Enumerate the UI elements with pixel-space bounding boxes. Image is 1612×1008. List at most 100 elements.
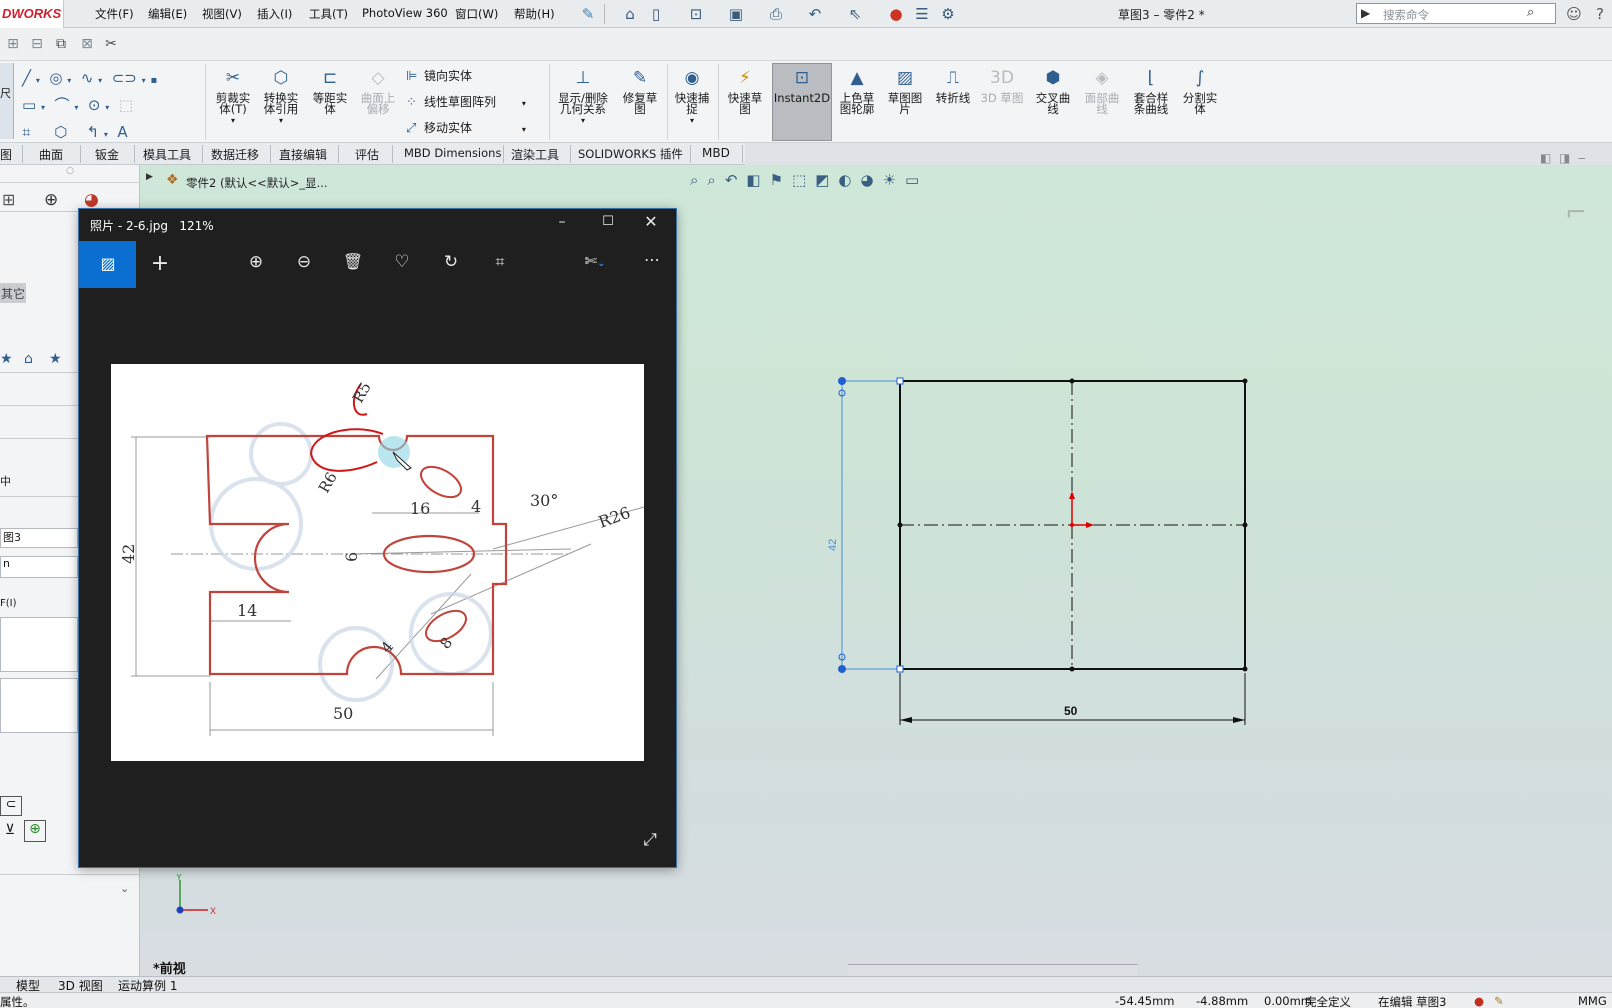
convert-entities-button[interactable]: ⬡ 转换实 体引用 ▾ <box>259 66 303 126</box>
scene-icon[interactable]: ☀ <box>883 171 905 189</box>
jog-line-button[interactable]: ⎍ 转折线 <box>930 66 976 104</box>
tab-data-migration[interactable]: 数据迁移 <box>211 146 259 163</box>
tools-small-icon[interactable]: ✂ <box>100 34 122 54</box>
3d-sketch-button[interactable]: 3D 3D 草图 <box>979 66 1025 104</box>
polygon-icon[interactable]: ⊙ <box>88 96 101 114</box>
save-icon[interactable]: ▣ <box>726 4 746 24</box>
feature-tree-breadcrumb[interactable]: 零件2 (默认<<默认>_显... <box>186 175 328 191</box>
circle-icon[interactable]: ◎ <box>49 69 62 87</box>
previous-view-icon[interactable]: ↶ <box>725 171 747 189</box>
file-properties-icon[interactable]: ☰ <box>912 4 932 24</box>
other-button[interactable]: 其它 <box>0 283 26 303</box>
plane-icon[interactable]: ⬚ <box>119 96 133 114</box>
print-icon[interactable]: ⎙ <box>766 4 786 24</box>
delete-icon[interactable]: 🗑 <box>341 252 365 271</box>
list-box-2[interactable] <box>0 678 78 733</box>
favorite-add-icon[interactable]: ★ <box>0 351 13 367</box>
restore-panel-icon[interactable]: ◧ ◨ ‒ <box>1540 151 1586 165</box>
more-options-icon[interactable]: ⋯ <box>640 250 664 269</box>
tab-sketch[interactable]: 图 <box>0 146 12 163</box>
move-entities-button[interactable]: ⤢ 移动实体 ▾ <box>406 119 526 136</box>
sketch-small-icon[interactable]: ⊞ <box>2 34 24 54</box>
sketch-name-field[interactable]: 图3 <box>0 528 78 548</box>
tab-mbd-dimensions[interactable]: MBD Dimensions <box>404 146 501 160</box>
panel-splitter[interactable]: ○ <box>0 166 140 183</box>
add-icon[interactable]: + <box>148 251 172 276</box>
maximize-button[interactable]: ☐ <box>598 214 618 229</box>
solidworks-logo[interactable]: DWORKS <box>0 0 64 28</box>
unit-field[interactable]: n <box>0 556 78 578</box>
rectangle-icon[interactable]: ▭ <box>22 96 36 114</box>
linear-pattern-button[interactable]: ⁘ 线性草图阵列 ▾ <box>406 93 526 110</box>
chevron-down-icon[interactable]: ⌄ <box>120 882 129 895</box>
display-style-icon[interactable]: ◩ <box>815 171 838 189</box>
favorite-heart-icon[interactable]: ♡ <box>390 252 414 272</box>
zoom-to-fit-icon[interactable]: ⌕ <box>690 171 707 189</box>
menu-insert[interactable]: 插入(I) <box>257 6 292 22</box>
tree-expand-icon[interactable]: ▶ <box>146 172 153 182</box>
midpoint[interactable] <box>897 522 903 528</box>
undo-icon[interactable]: ↶ <box>805 4 825 24</box>
smart-dim-small-icon[interactable]: ⊟ <box>26 34 48 54</box>
sketch-canvas[interactable]: 42 50 <box>820 365 1260 745</box>
smart-dimension-button[interactable]: 尺 <box>0 63 14 139</box>
menu-window[interactable]: 窗口(W) <box>455 6 498 22</box>
tab-direct-editing[interactable]: 直接编辑 <box>279 146 327 163</box>
dynamic-annotation-icon[interactable]: ⚑ <box>770 171 792 189</box>
sketch-origin[interactable] <box>1070 523 1074 527</box>
midpoint[interactable] <box>1069 666 1075 672</box>
point-icon[interactable]: ▪ <box>150 75 157 86</box>
display-manager-icon[interactable]: ◕ <box>84 190 99 210</box>
minimize-button[interactable]: – <box>552 214 572 230</box>
offset-entities-button[interactable]: ⊏ 等距实 体 <box>308 66 352 115</box>
shaded-sketch-contours-button[interactable]: ▲ 上色草 图轮廓 <box>834 66 880 115</box>
sketch-picture-button[interactable]: ▨ 草图图 片 <box>882 66 928 115</box>
pin-icon[interactable]: ✎ <box>578 4 598 24</box>
close-button[interactable]: ✕ <box>641 212 661 231</box>
repair-sketch-button[interactable]: ✎ 修复草 图 <box>618 66 662 115</box>
property-manager-icon[interactable]: ⊞ <box>2 190 15 209</box>
open-file-icon[interactable]: ⊡ <box>686 4 706 24</box>
corner-point[interactable] <box>1242 666 1248 672</box>
user-icon[interactable]: ☺ <box>1564 4 1584 24</box>
status-units[interactable]: MMG <box>1578 994 1607 1008</box>
rebuild-icon[interactable]: ● <box>886 4 906 24</box>
menu-tools[interactable]: 工具(T) <box>309 6 348 22</box>
menu-help[interactable]: 帮助(H) <box>514 6 555 22</box>
corner-point[interactable] <box>896 665 904 673</box>
grid-small-icon[interactable]: ⊠ <box>76 34 98 54</box>
menu-photoview[interactable]: PhotoView 360 <box>362 6 448 20</box>
split-entities-button[interactable]: ∫ 分割实 体 <box>1177 66 1223 115</box>
constraint-icon[interactable]: ⊂ <box>0 796 22 816</box>
corner-point[interactable] <box>1242 378 1248 384</box>
rapid-sketch-button[interactable]: ⚡ 快速草 图 <box>722 66 768 115</box>
face-curves-button[interactable]: ◈ 面部曲 线 <box>1079 66 1125 115</box>
corner-point[interactable] <box>896 377 904 385</box>
rotate-icon[interactable]: ↻ <box>439 252 463 272</box>
tab-solidworks-addins[interactable]: SOLIDWORKS 插件 <box>578 146 683 162</box>
menu-view[interactable]: 视图(V) <box>202 6 242 22</box>
text-icon[interactable]: A <box>117 123 127 141</box>
favorite-list-icon[interactable]: ★ <box>49 351 62 367</box>
list-box-1[interactable] <box>0 617 78 672</box>
hide-show-icon[interactable]: ◐ <box>838 171 860 189</box>
options-gear-icon[interactable]: ⚙ <box>938 4 958 24</box>
quick-snaps-button[interactable]: ◉ 快速捕 捉 ▾ <box>670 66 714 126</box>
edit-appearance-icon[interactable]: ◕ <box>861 171 883 189</box>
fullscreen-icon[interactable]: ⤢ <box>638 830 662 850</box>
slot-icon[interactable]: ⊂⊃ <box>112 69 137 87</box>
width-dimension-text[interactable]: 50 <box>1064 704 1078 718</box>
tab-mbd[interactable]: MBD <box>702 146 730 160</box>
line-icon[interactable]: ╱ <box>22 69 31 87</box>
construction-icon[interactable]: ⌗ <box>22 123 30 141</box>
confirmation-corner-icon[interactable]: ⌐ <box>1565 198 1587 228</box>
fillet-icon[interactable]: ⬡ <box>54 123 67 141</box>
midpoint[interactable] <box>1069 378 1075 384</box>
tab-render-tools[interactable]: 渲染工具 <box>511 146 559 163</box>
home-icon[interactable]: ⌂ <box>620 4 640 24</box>
fit-spline-button[interactable]: ⌊ 套合样 条曲线 <box>1128 66 1174 115</box>
hidden-toolbar-strip[interactable] <box>848 964 1138 976</box>
view-orientation-icon[interactable]: ⬚ <box>792 171 815 189</box>
select-icon[interactable]: ⇖ <box>845 4 865 24</box>
copy-small-icon[interactable]: ⧉ <box>50 34 72 54</box>
